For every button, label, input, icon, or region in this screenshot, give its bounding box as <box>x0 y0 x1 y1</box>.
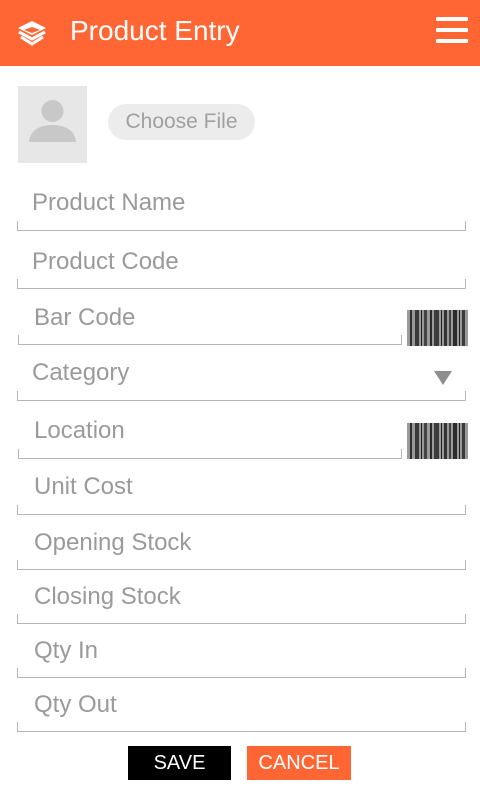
opening-stock-placeholder: Opening Stock <box>34 529 192 556</box>
closing-stock-underline <box>17 614 466 624</box>
page-title: Product Entry <box>70 15 240 46</box>
qty-in-underline <box>17 668 466 678</box>
category-placeholder: Category <box>32 359 130 386</box>
location-barcode-scan-icon[interactable] <box>407 423 468 459</box>
category-select[interactable]: Category <box>17 358 466 401</box>
qty-in-placeholder: Qty In <box>34 637 99 664</box>
product-name-placeholder: Product Name <box>32 189 186 216</box>
qty-out-field[interactable]: Qty Out <box>17 689 466 732</box>
unit-cost-placeholder: Unit Cost <box>34 473 133 500</box>
app-header: Product Entry <box>0 0 480 66</box>
product-code-placeholder: Product Code <box>32 248 179 275</box>
closing-stock-placeholder: Closing Stock <box>34 583 181 610</box>
unit-cost-field[interactable]: Unit Cost <box>17 471 466 515</box>
qty-out-placeholder: Qty Out <box>34 691 117 718</box>
bar-code-placeholder: Bar Code <box>34 304 136 331</box>
hamburger-menu-icon[interactable] <box>436 17 468 43</box>
location-placeholder: Location <box>34 417 125 444</box>
opening-stock-underline <box>17 560 466 570</box>
qty-in-field[interactable]: Qty In <box>17 635 466 678</box>
opening-stock-field[interactable]: Opening Stock <box>17 527 466 570</box>
save-button[interactable]: SAVE <box>128 746 231 780</box>
location-field[interactable]: Location <box>18 415 402 459</box>
unit-cost-underline <box>17 505 466 515</box>
user-placeholder-icon <box>18 86 87 163</box>
qty-out-underline <box>17 722 466 732</box>
bar-code-underline <box>18 335 402 345</box>
product-name-underline <box>17 221 466 231</box>
cancel-button[interactable]: CANCEL <box>247 746 351 780</box>
closing-stock-field[interactable]: Closing Stock <box>17 581 466 624</box>
choose-file-button[interactable]: Choose File <box>108 104 255 140</box>
dropdown-arrow-icon[interactable] <box>434 371 452 385</box>
location-underline <box>18 449 402 459</box>
category-underline <box>17 391 466 401</box>
layers-logo-icon <box>18 21 46 46</box>
bar-code-field[interactable]: Bar Code <box>18 302 402 345</box>
barcode-scan-icon[interactable] <box>407 310 468 346</box>
product-name-field[interactable]: Product Name <box>17 186 466 231</box>
product-code-underline <box>17 279 466 289</box>
product-code-field[interactable]: Product Code <box>17 246 466 289</box>
